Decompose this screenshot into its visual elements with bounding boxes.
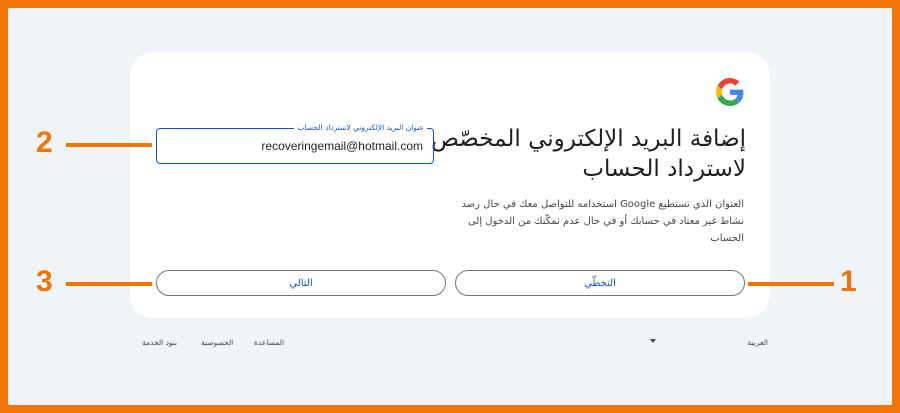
annotation-arrow-2 [66, 143, 152, 147]
page-title: إضافة البريد الإلكتروني المخصّص لاسترداد… [431, 126, 746, 182]
annotation-number-3: 3 [36, 265, 53, 298]
annotation-arrow-3 [66, 282, 152, 286]
skip-button[interactable]: التخطّي [455, 270, 745, 296]
privacy-link[interactable]: الخصوصية [201, 338, 233, 347]
recovery-email-label: عنوان البريد الإلكتروني لاسترداد الحساب [294, 122, 427, 133]
signin-card: إضافة البريد الإلكتروني المخصّص لاسترداد… [130, 52, 770, 318]
annotation-arrow-1 [748, 282, 834, 286]
page-background: إضافة البريد الإلكتروني المخصّص لاسترداد… [8, 8, 892, 405]
annotation-number-2: 2 [36, 126, 53, 159]
language-selector[interactable]: العربية [708, 338, 769, 347]
page-description: العنوان الذي تستطيع Google استخدامه للتو… [461, 199, 744, 244]
recovery-email-field[interactable]: عنوان البريد الإلكتروني لاسترداد الحساب [156, 122, 434, 164]
annotation-number-1: 1 [840, 265, 857, 298]
recovery-email-input[interactable] [165, 138, 423, 154]
google-logo-icon [716, 78, 744, 106]
dropdown-caret-icon[interactable] [650, 339, 656, 343]
help-link[interactable]: المساعدة [254, 338, 284, 347]
next-button[interactable]: التالي [156, 270, 446, 296]
terms-link[interactable]: بنود الخدمة [142, 338, 177, 347]
